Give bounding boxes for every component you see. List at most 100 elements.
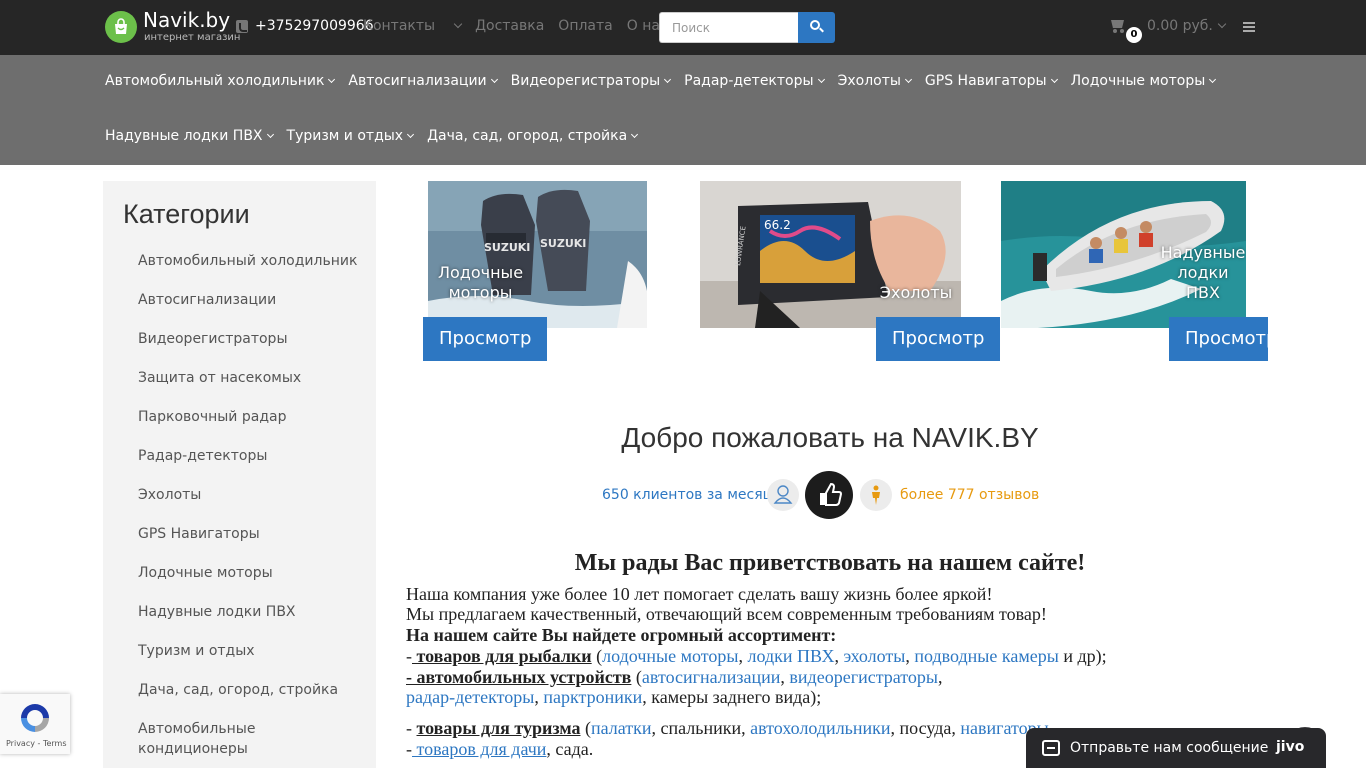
thumbs-up-icon [805,471,853,519]
recaptcha-badge[interactable]: Privacy - Terms [0,694,70,754]
fishing-line: - товаров для рыбалки (лодочные моторы, … [406,645,1107,666]
promo-tile-boats[interactable]: Надувные лодки ПВХ [1001,181,1246,328]
chevron-down-icon [1217,19,1227,29]
menu-item-boat-motors[interactable]: Лодочные моторы [1071,73,1217,89]
fishfinder-image: 66.2 LOWRANCE [700,181,961,328]
tile-brand-text: SUZUKI [484,241,530,254]
recaptcha-links[interactable]: Privacy - Terms [6,739,67,748]
category-sidebar: Категории Автомобильный холодильник Авто… [103,181,376,768]
cart-icon[interactable] [1109,20,1125,33]
article-heading: Мы рады Вас приветствовать на нашем сайт… [574,550,1086,576]
category-item[interactable]: GPS Навигаторы [138,524,358,544]
search-button[interactable] [798,12,835,43]
category-item[interactable]: Надувные лодки ПВХ [138,602,358,622]
view-button[interactable]: Просмотр [1169,317,1268,361]
category-item[interactable]: Лодочные моторы [138,563,358,583]
tile-label: Надувные лодки ПВХ [1160,243,1246,302]
auto-label[interactable]: - автомобильных устройств [406,667,631,687]
article-paragraph: На нашем сайте Вы найдете огромный ассор… [406,625,837,646]
boat-motors-image: SUZUKI SUZUKI [428,181,647,328]
top-nav: Контакты Доставка Оплата О нас [363,18,682,34]
cart-total[interactable]: 0.00 руб. [1147,18,1227,34]
view-button[interactable]: Просмотр [876,317,1001,361]
link-underwater-cameras[interactable]: подводные камеры [914,646,1058,666]
user-icon [767,479,799,511]
chevron-down-icon [664,75,672,84]
chevron-down-icon [631,130,639,139]
chevron-down-icon [407,130,415,139]
category-item[interactable]: Парковочный радар [138,407,358,427]
reviews-count: более 777 отзывов [900,487,1040,503]
shopping-bag-icon[interactable] [105,11,137,43]
message-icon [1042,740,1060,756]
top-bar: Navik.by интернет магазин +375297009966 … [0,0,1366,55]
menu-row: Автомобильный холодильник Автосигнализац… [105,73,1229,89]
article-paragraph: Мы предлагаем качественный, отвечающий в… [406,604,1047,625]
welcome-title: Добро пожаловать на NAVIK.BY [621,422,1039,453]
screen-value: 66.2 [764,218,791,232]
view-button[interactable]: Просмотр [423,317,548,361]
nav-contacts[interactable]: Контакты [363,18,463,34]
main-menu: Автомобильный холодильник Автосигнализац… [0,55,1366,165]
menu-item-garden[interactable]: Дача, сад, огород, стройка [427,128,639,144]
category-item[interactable]: Автосигнализации [138,290,358,310]
link-boats[interactable]: лодки ПВХ [747,646,834,666]
chevron-down-icon [1209,75,1217,84]
sidebar-title: Категории [123,199,250,229]
link-garden[interactable]: товаров для дачи [412,739,547,759]
category-list: Автомобильный холодильник Автосигнализац… [138,251,358,768]
person-icon [860,479,892,511]
fishing-label[interactable]: товаров для рыбалки [412,646,592,666]
category-item[interactable]: Радар-детекторы [138,446,358,466]
chevron-down-icon [266,130,274,139]
link-car-fridges[interactable]: автохолодильники [750,718,890,738]
search-input[interactable]: Поиск [659,12,799,43]
category-item[interactable]: Туризм и отдых [138,641,358,661]
menu-item-car-fridge[interactable]: Автомобильный холодильник [105,73,336,89]
nav-payment[interactable]: Оплата [558,18,612,34]
chevron-down-icon [490,75,498,84]
chevron-down-icon [1050,75,1058,84]
menu-row: Надувные лодки ПВХ Туризм и отдых Дача, … [105,128,651,144]
phone-icon [236,20,248,33]
category-item[interactable]: Видеорегистраторы [138,329,358,349]
tile-label: Эхолоты [879,283,953,302]
category-item[interactable]: Автомобильный холодильник [138,251,358,271]
logo-name[interactable]: Navik.by [143,8,230,32]
chat-prompt[interactable]: Отправьте нам сообщение [1070,740,1268,756]
chevron-down-icon [453,19,463,29]
logo-subtitle: интернет магазин [144,32,241,43]
cart-count-badge: 0 [1126,27,1142,43]
article-paragraph: Наша компания уже более 10 лет помогает … [406,583,993,604]
menu-icon[interactable] [1243,22,1255,32]
menu-item-dashcams[interactable]: Видеорегистраторы [511,73,672,89]
chevron-down-icon [904,75,912,84]
category-item[interactable]: Эхолоты [138,485,358,505]
nav-delivery[interactable]: Доставка [475,18,544,34]
link-tents[interactable]: палатки [591,718,652,738]
chevron-down-icon [328,75,336,84]
link-radar-detectors[interactable]: радар-детекторы [406,687,534,707]
menu-item-car-alarms[interactable]: Автосигнализации [348,73,498,89]
promo-tile-boat-motors[interactable]: SUZUKI SUZUKI Лодочные моторы [428,181,647,328]
svg-text:SUZUKI: SUZUKI [540,237,586,250]
chat-widget[interactable]: Отправьте нам сообщение jivo [1026,728,1326,768]
menu-item-boats[interactable]: Надувные лодки ПВХ [105,128,274,144]
phone-number[interactable]: +375297009966 [255,18,374,34]
promo-tile-fishfinders[interactable]: 66.2 LOWRANCE Эхолоты [700,181,961,328]
category-item[interactable]: Дача, сад, огород, стройка [138,680,358,700]
category-item[interactable]: Автомобильные кондиционеры [138,719,358,759]
menu-item-gps[interactable]: GPS Навигаторы [925,73,1058,89]
recaptcha-icon [21,704,49,732]
category-item[interactable]: Защита от насекомых [138,368,358,388]
link-dashcams[interactable]: видеорегистраторы [789,667,938,687]
link-fishfinders[interactable]: эхолоты [844,646,906,666]
link-boat-motors[interactable]: лодочные моторы [602,646,738,666]
link-car-alarms[interactable]: автосигнализации [642,667,781,687]
tile-label: Лодочные моторы [437,263,524,302]
link-parktronics[interactable]: парктроники [543,687,642,707]
tourism-label[interactable]: товары для туризма [417,718,581,738]
menu-item-radar-detectors[interactable]: Радар-детекторы [684,73,825,89]
menu-item-tourism[interactable]: Туризм и отдых [287,128,415,144]
menu-item-fishfinders[interactable]: Эхолоты [838,73,912,89]
